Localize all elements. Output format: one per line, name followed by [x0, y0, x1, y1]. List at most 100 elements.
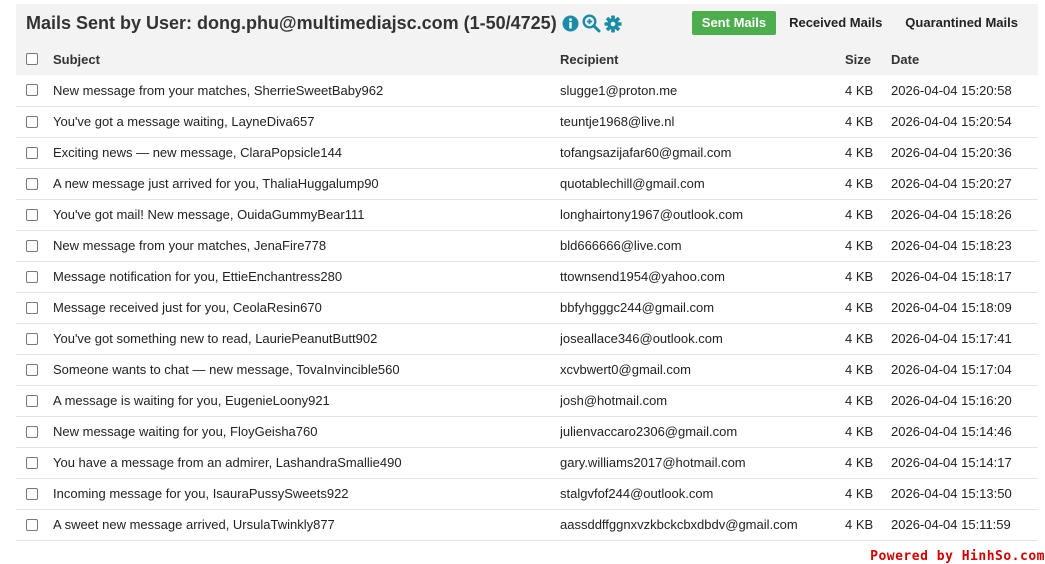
row-date: 2026-04-04 15:16:20	[891, 393, 1012, 408]
row-subject[interactable]: New message from your matches, JenaFire7…	[53, 230, 560, 261]
row-size: 4 KB	[845, 362, 874, 377]
row-recipient: stalgvfof244@outlook.com	[560, 486, 714, 501]
row-date: 2026-04-04 15:20:54	[891, 114, 1012, 129]
header-icons	[562, 14, 622, 33]
row-recipient: bld666666@live.com	[560, 238, 682, 253]
row-subject[interactable]: You've got something new to read, Laurie…	[53, 323, 560, 354]
table-row[interactable]: A new message just arrived for you, Thal…	[16, 168, 1038, 199]
row-checkbox[interactable]	[26, 456, 38, 469]
row-checkbox[interactable]	[26, 115, 38, 128]
row-date: 2026-04-04 15:20:27	[891, 176, 1012, 191]
table-row[interactable]: New message from your matches, SherrieSw…	[16, 75, 1038, 106]
row-checkbox[interactable]	[26, 332, 38, 345]
table-header-row: Subject Recipient Size Date	[16, 43, 1038, 75]
row-recipient: aassddffggnxvzkbckcbxdbdv@gmail.com	[560, 517, 798, 532]
column-size[interactable]: Size	[845, 43, 891, 75]
zoom-in-icon[interactable]	[582, 14, 601, 33]
row-size: 4 KB	[845, 176, 874, 191]
row-checkbox[interactable]	[26, 239, 38, 252]
table-row[interactable]: You have a message from an admirer, Lash…	[16, 447, 1038, 478]
row-checkbox[interactable]	[26, 394, 38, 407]
row-subject[interactable]: Incoming message for you, IsauraPussySwe…	[53, 478, 560, 509]
row-checkbox[interactable]	[26, 363, 38, 376]
column-subject[interactable]: Subject	[53, 43, 560, 75]
row-subject[interactable]: New message waiting for you, FloyGeisha7…	[53, 416, 560, 447]
row-recipient: josh@hotmail.com	[560, 393, 668, 408]
page-title: Mails Sent by User: dong.phu@multimediaj…	[26, 13, 557, 33]
row-date: 2026-04-04 15:20:36	[891, 145, 1012, 160]
row-size: 4 KB	[845, 331, 874, 346]
row-checkbox[interactable]	[26, 177, 38, 190]
panel-header: Mails Sent by User: dong.phu@multimediaj…	[16, 4, 1038, 43]
row-checkbox[interactable]	[26, 146, 38, 159]
row-checkbox[interactable]	[26, 518, 38, 531]
row-recipient: bbfyhgggc244@gmail.com	[560, 300, 715, 315]
row-subject[interactable]: A new message just arrived for you, Thal…	[53, 168, 560, 199]
row-date: 2026-04-04 15:18:09	[891, 300, 1012, 315]
column-date[interactable]: Date	[891, 43, 1038, 75]
tab-sent-mails[interactable]: Sent Mails	[691, 11, 777, 35]
row-size: 4 KB	[845, 517, 874, 532]
gear-icon[interactable]	[604, 15, 622, 33]
row-subject[interactable]: A sweet new message arrived, UrsulaTwink…	[53, 509, 560, 540]
row-size: 4 KB	[845, 207, 874, 222]
row-size: 4 KB	[845, 300, 874, 315]
row-checkbox[interactable]	[26, 425, 38, 438]
row-checkbox[interactable]	[26, 84, 38, 97]
row-checkbox[interactable]	[26, 270, 38, 283]
table-row[interactable]: A message is waiting for you, EugenieLoo…	[16, 385, 1038, 416]
mail-tabs: Sent Mails Received Mails Quarantined Ma…	[689, 11, 1028, 35]
row-size: 4 KB	[845, 114, 874, 129]
row-date: 2026-04-04 15:17:41	[891, 331, 1012, 346]
table-row[interactable]: New message from your matches, JenaFire7…	[16, 230, 1038, 261]
row-recipient: gary.williams2017@hotmail.com	[560, 455, 746, 470]
select-all-checkbox[interactable]	[26, 53, 38, 65]
row-size: 4 KB	[845, 238, 874, 253]
row-date: 2026-04-04 15:11:59	[891, 517, 1011, 532]
row-recipient: slugge1@proton.me	[560, 82, 678, 98]
row-recipient: xcvbwert0@gmail.com	[560, 362, 691, 377]
row-date: 2026-04-04 15:18:26	[891, 207, 1012, 222]
table-row[interactable]: You've got mail! New message, OuidaGummy…	[16, 199, 1038, 230]
row-recipient: quotablechill@gmail.com	[560, 176, 705, 191]
row-checkbox[interactable]	[26, 487, 38, 500]
row-size: 4 KB	[845, 269, 874, 284]
row-checkbox[interactable]	[26, 301, 38, 314]
row-recipient: longhairtony1967@outlook.com	[560, 207, 744, 222]
row-subject[interactable]: You have a message from an admirer, Lash…	[53, 447, 560, 478]
table-row[interactable]: Incoming message for you, IsauraPussySwe…	[16, 478, 1038, 509]
row-checkbox[interactable]	[26, 208, 38, 221]
tab-received-mails[interactable]: Received Mails	[779, 11, 892, 35]
row-size: 4 KB	[845, 424, 874, 439]
table-row[interactable]: A sweet new message arrived, UrsulaTwink…	[16, 509, 1038, 540]
row-date: 2026-04-04 15:13:50	[891, 486, 1012, 501]
row-size: 4 KB	[845, 455, 874, 470]
table-row[interactable]: You've got a message waiting, LayneDiva6…	[16, 106, 1038, 137]
row-size: 4 KB	[845, 486, 874, 501]
tab-quarantined-mails[interactable]: Quarantined Mails	[895, 11, 1028, 35]
row-date: 2026-04-04 15:14:17	[891, 455, 1012, 470]
table-row[interactable]: New message waiting for you, FloyGeisha7…	[16, 416, 1038, 447]
row-subject[interactable]: Message received just for you, CeolaResi…	[53, 292, 560, 323]
row-subject[interactable]: You've got a message waiting, LayneDiva6…	[53, 106, 560, 137]
row-subject[interactable]: Exciting news — new message, ClaraPopsic…	[53, 137, 560, 168]
table-row[interactable]: You've got something new to read, Laurie…	[16, 323, 1038, 354]
row-subject[interactable]: New message from your matches, SherrieSw…	[53, 75, 560, 106]
row-recipient: teuntje1968@live.nl	[560, 114, 675, 129]
table-row[interactable]: Message notification for you, EttieEncha…	[16, 261, 1038, 292]
row-date: 2026-04-04 15:20:58	[891, 82, 1012, 98]
row-subject[interactable]: You've got mail! New message, OuidaGummy…	[53, 199, 560, 230]
table-row[interactable]: Exciting news — new message, ClaraPopsic…	[16, 137, 1038, 168]
column-recipient[interactable]: Recipient	[560, 43, 845, 75]
row-recipient: joseallace346@outlook.com	[560, 331, 723, 346]
row-recipient: julienvaccaro2306@gmail.com	[560, 424, 738, 439]
powered-by-credit[interactable]: Powered by HinhSo.com	[867, 550, 1045, 564]
row-subject[interactable]: Someone wants to chat — new message, Tov…	[53, 354, 560, 385]
table-row[interactable]: Someone wants to chat — new message, Tov…	[16, 354, 1038, 385]
row-date: 2026-04-04 15:18:23	[891, 238, 1012, 253]
info-icon[interactable]	[562, 15, 579, 32]
table-row[interactable]: Message received just for you, CeolaResi…	[16, 292, 1038, 323]
row-subject[interactable]: A message is waiting for you, EugenieLoo…	[53, 385, 560, 416]
row-subject[interactable]: Message notification for you, EttieEncha…	[53, 261, 560, 292]
row-recipient: ttownsend1954@yahoo.com	[560, 269, 725, 284]
